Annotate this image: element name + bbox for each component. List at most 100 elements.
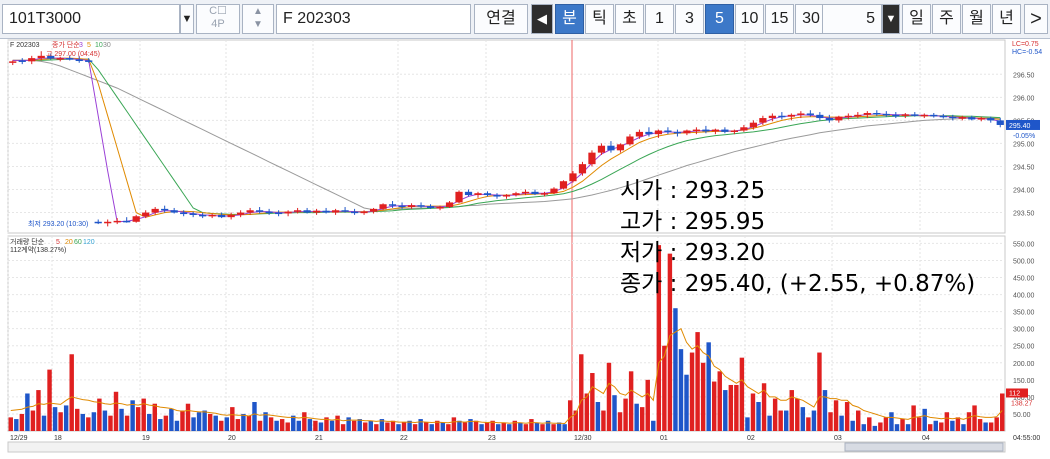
candle-body <box>730 130 738 133</box>
volume-bar <box>833 400 839 431</box>
period-button-4[interactable]: 3 <box>675 4 704 34</box>
ohlc-overlay: 시가 : 293.25 고가 : 295.95 저가 : 293.20 종가 :… <box>620 176 975 300</box>
volume-bar <box>47 369 52 431</box>
candle-body <box>778 115 786 118</box>
period-button-1[interactable]: 틱 <box>585 4 614 34</box>
volume-legend-item: 5 <box>56 239 60 246</box>
volume-bar <box>252 402 257 431</box>
volume-bar <box>534 422 540 431</box>
volume-bar <box>562 424 567 431</box>
volume-bar <box>778 410 783 431</box>
volume-bar <box>523 424 529 431</box>
contract-input[interactable]: F 202303 <box>276 4 471 34</box>
volume-tick-label: 150.00 <box>1013 378 1035 385</box>
volume-bar <box>739 357 745 431</box>
connect-button[interactable]: 연결 <box>474 4 528 34</box>
candle-body <box>227 214 235 218</box>
volume-bar <box>905 424 911 431</box>
low-annotation: 최저 293.20 (10:30) <box>28 219 88 228</box>
period-button-7[interactable]: 15 <box>765 4 794 34</box>
symbol-input[interactable]: 101T3000 <box>2 4 180 34</box>
candle-body <box>388 204 397 206</box>
x-axis-label: 19 <box>142 435 150 442</box>
volume-bar <box>124 415 130 431</box>
candle-body <box>721 129 729 132</box>
candle-body <box>797 113 805 115</box>
code-search-icon[interactable]: C☐ 4P <box>196 4 240 34</box>
volume-bar <box>711 381 717 431</box>
candle-body <box>540 193 549 195</box>
volume-bar <box>418 419 423 431</box>
range-button-0[interactable]: 일 <box>902 4 931 34</box>
period-button-2[interactable]: 초 <box>615 4 644 34</box>
volume-bar <box>14 419 19 431</box>
volume-bar <box>806 417 811 431</box>
candle-body <box>882 113 890 116</box>
volume-bar <box>518 422 523 431</box>
volume-bar <box>80 413 85 431</box>
candle-body <box>521 191 530 194</box>
price-tick-label: 293.50 <box>1013 211 1035 218</box>
low-price-label: 저가 : 293.20 <box>620 240 766 266</box>
volume-bar <box>894 424 900 431</box>
volume-bar <box>307 419 313 431</box>
interval-input[interactable]: 5 <box>822 4 882 34</box>
scrollbar-thumb <box>844 442 1004 452</box>
candle-body <box>825 118 833 121</box>
spin-arrows-icon[interactable]: ▲ ▼ <box>242 4 274 34</box>
volume-bar <box>102 410 108 431</box>
volume-bar <box>634 403 639 431</box>
volume-bar <box>368 420 374 431</box>
candle-body <box>218 214 226 218</box>
interval-dropdown-icon[interactable]: ▼ <box>882 4 900 34</box>
range-button-2[interactable]: 월 <box>962 4 991 34</box>
volume-tick-label: 500.00 <box>1013 258 1035 265</box>
volume-bar <box>723 390 728 431</box>
volume-bar <box>75 408 80 431</box>
prev-arrow-icon[interactable]: ◀ <box>531 4 553 34</box>
price-legend-item: 종가 단순 <box>52 40 80 49</box>
x-axis-label: 12/30 <box>574 435 592 442</box>
candle-body <box>968 117 976 120</box>
volume-bar <box>479 424 484 431</box>
volume-bar <box>191 417 196 431</box>
range-button-1[interactable]: 주 <box>932 4 961 34</box>
volume-tick-label: 250.00 <box>1013 344 1035 351</box>
volume-bar <box>977 419 983 431</box>
candle-body <box>939 115 947 118</box>
volume-tick-label: 300.00 <box>1013 327 1035 334</box>
period-button-5[interactable]: 5 <box>705 4 734 34</box>
volume-bar <box>617 412 623 431</box>
volume-bar <box>972 405 977 431</box>
period-button-6[interactable]: 10 <box>735 4 764 34</box>
volume-bar <box>872 425 878 431</box>
volume-bar <box>429 424 434 431</box>
period-button-3[interactable]: 1 <box>645 4 674 34</box>
volume-bar <box>302 412 307 431</box>
volume-bar <box>828 412 833 431</box>
candle-body <box>28 58 36 62</box>
volume-bar <box>196 412 202 431</box>
volume-bar <box>856 410 861 431</box>
candle-body <box>142 212 150 217</box>
volume-bar <box>529 419 534 431</box>
volume-bar <box>246 415 252 431</box>
next-arrow-icon[interactable]: > <box>1024 4 1048 34</box>
volume-tick-label: 200.00 <box>1013 361 1035 368</box>
period-button-0[interactable]: 분 <box>555 4 584 34</box>
candle-body <box>75 59 83 62</box>
volume-bar <box>939 422 944 431</box>
volume-bar <box>147 413 152 431</box>
volume-bar <box>340 424 346 431</box>
symbol-dropdown-icon[interactable]: ▼ <box>180 4 194 34</box>
volume-bar <box>257 420 263 431</box>
volume-bar <box>468 419 473 431</box>
range-button-3[interactable]: 년 <box>992 4 1021 34</box>
volume-bar <box>219 420 224 431</box>
candle-body <box>854 114 862 117</box>
x-axis-time-label: 04:55:00 <box>1013 435 1040 442</box>
volume-bar <box>180 410 185 431</box>
price-tick-label: 294.50 <box>1013 164 1035 171</box>
volume-bar <box>207 413 213 431</box>
volume-bar <box>728 384 734 431</box>
